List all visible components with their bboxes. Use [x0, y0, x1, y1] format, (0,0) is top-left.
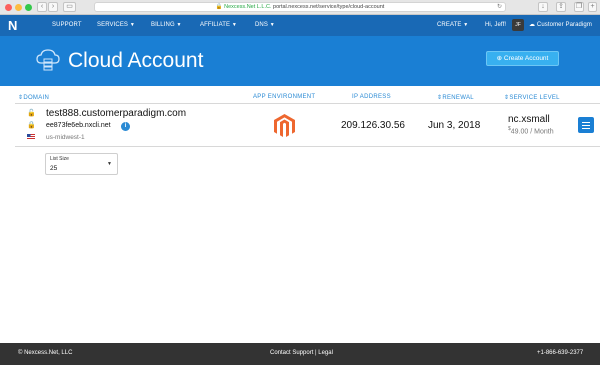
nav-affiliate[interactable]: AFFILIATE ▼ [200, 15, 237, 36]
lock-icon: 🔒 [215, 4, 223, 10]
footer: © Nexcess.Net, LLC Contact Support | Leg… [0, 343, 600, 365]
nav-create[interactable]: CREATE ▼ [437, 15, 468, 36]
info-icon[interactable]: i [121, 122, 130, 131]
page-title: Cloud Account [68, 49, 204, 72]
region: us-midwest-1 [46, 134, 85, 141]
chevron-down-icon: ▼ [231, 22, 237, 28]
nav-billing[interactable]: BILLING ▼ [151, 15, 182, 36]
service-plan: nc.xsmall [508, 114, 550, 125]
ip-address: 209.126.30.56 [341, 120, 405, 131]
cloud-icon: ☁ [529, 22, 536, 28]
nav-services[interactable]: SERVICES ▼ [97, 15, 135, 36]
hostname: ee873fe6eb.nxcli.net [46, 122, 111, 129]
plus-circle-icon: ⊕ [496, 55, 503, 62]
plan-price: $49.00 / Month [508, 126, 554, 136]
url-text: portal.nexcess.net/service/type/cloud-ac… [273, 4, 385, 10]
column-header-domain[interactable]: ⇕DOMAIN [18, 94, 49, 101]
page-header: Cloud Account ⊕ Create Account [0, 36, 600, 86]
close-window-button[interactable] [5, 4, 12, 11]
unlock-icon: 🔓 [27, 110, 36, 117]
copyright: © Nexcess.Net, LLC [18, 350, 73, 356]
list-size-value: 25 [50, 165, 58, 172]
list-size-select[interactable]: List Size 25 ▼ [45, 153, 118, 175]
hamburger-icon [582, 121, 590, 123]
cloud-server-icon [36, 49, 60, 71]
maximize-window-button[interactable] [25, 4, 32, 11]
magento-logo-icon [274, 114, 295, 137]
top-navigation: N SUPPORT SERVICES ▼ BILLING ▼ AFFILIATE… [0, 15, 600, 36]
address-bar[interactable]: 🔒 Nexcess.Net L.L.C. portal.nexcess.net/… [94, 2, 506, 12]
us-flag-icon [27, 134, 35, 143]
sidebar-toggle-icon[interactable]: ▭ [63, 2, 76, 12]
lock-icon: 🔒 [27, 122, 36, 129]
row-menu-button[interactable] [578, 117, 594, 133]
create-account-button[interactable]: ⊕ Create Account [486, 51, 559, 66]
renewal-date: Jun 3, 2018 [428, 120, 481, 131]
user-greeting: Hi, Jeff! [485, 22, 507, 28]
column-header-service-level[interactable]: ⇕SERVICE LEVEL [504, 94, 560, 101]
chevron-down-icon: ▼ [463, 22, 469, 28]
chevron-down-icon: ▼ [107, 161, 112, 167]
footer-links[interactable]: Contact Support | Legal [270, 350, 333, 356]
header-divider [15, 103, 600, 104]
column-header-renewal[interactable]: ⇕RENEWAL [437, 94, 474, 101]
download-icon[interactable]: ↓ [538, 2, 548, 12]
avatar[interactable]: JF [512, 19, 524, 31]
site-owner: Nexcess.Net L.L.C. [224, 4, 272, 10]
nav-dns[interactable]: DNS ▼ [255, 15, 275, 36]
column-header-app-environment: APP ENVIRONMENT [253, 94, 316, 100]
chevron-down-icon: ▼ [129, 22, 135, 28]
list-size-label: List Size [50, 156, 69, 162]
share-icon[interactable]: ⇪ [556, 2, 566, 12]
reload-icon[interactable]: ↻ [497, 3, 502, 11]
nav-support[interactable]: SUPPORT [52, 15, 82, 36]
back-button[interactable]: ‹ [37, 2, 47, 12]
account-switcher[interactable]: ☁ Customer Paradigm [529, 15, 592, 36]
nexcess-logo[interactable]: N [8, 18, 30, 33]
tabs-icon[interactable]: ❐ [574, 2, 584, 12]
chevron-down-icon: ▼ [269, 22, 275, 28]
forward-button[interactable]: › [48, 2, 58, 12]
new-tab-button[interactable]: + [588, 2, 597, 12]
browser-toolbar: ‹ › ▭ 🔒 Nexcess.Net L.L.C. portal.nexces… [0, 0, 600, 15]
minimize-window-button[interactable] [15, 4, 22, 11]
column-header-ip-address: IP ADDRESS [352, 94, 391, 100]
support-phone: +1-866-639-2377 [537, 350, 584, 356]
chevron-down-icon: ▼ [176, 22, 182, 28]
domain-link[interactable]: test888.customerparadigm.com [46, 108, 186, 119]
row-divider [15, 146, 600, 147]
